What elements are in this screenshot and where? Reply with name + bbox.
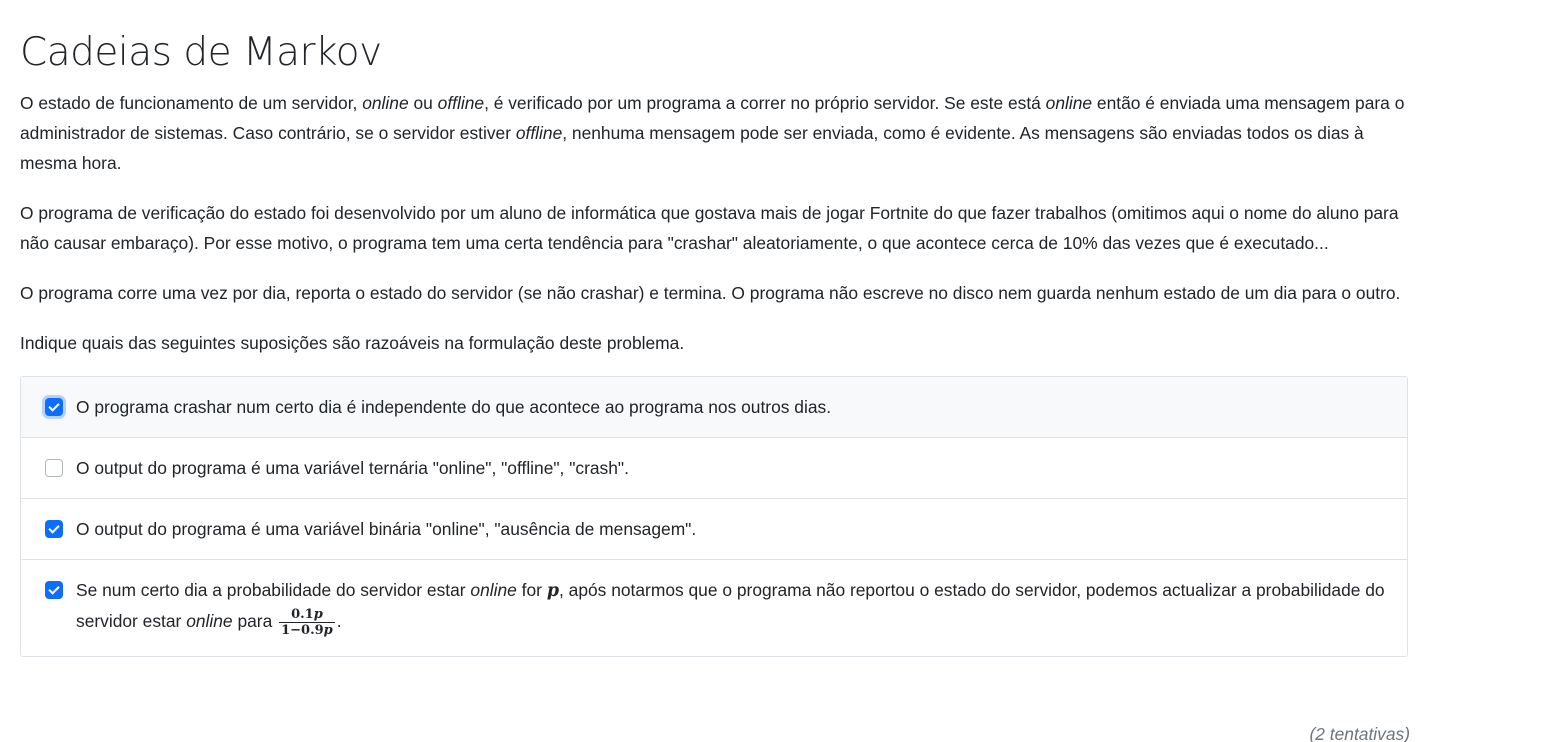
text-segment: ou	[408, 93, 438, 113]
attempts-counter: (2 tentativas)	[1309, 724, 1410, 742]
option-label: O programa crashar num certo dia é indep…	[76, 397, 832, 417]
question-content: Cadeias de Markov O estado de funcioname…	[20, 28, 1410, 657]
emphasis-offline: offline	[515, 123, 563, 143]
emphasis-online: online	[186, 611, 233, 631]
option-label: O output do programa é uma variável tern…	[76, 458, 629, 478]
page-title: Cadeias de Markov	[20, 30, 382, 75]
text-segment: O estado de funcionamento de um servidor…	[20, 93, 363, 113]
math-variable: p	[546, 581, 559, 601]
option-item[interactable]: O output do programa é uma variável biná…	[21, 499, 1407, 560]
option-checkbox[interactable]	[45, 459, 63, 477]
option-item[interactable]: O programa crashar num certo dia é indep…	[21, 377, 1407, 438]
text-segment: , é verificado por um programa a correr …	[484, 93, 1046, 113]
emphasis-online: online	[470, 580, 517, 600]
option-item[interactable]: Se num certo dia a probabilidade do serv…	[21, 560, 1407, 656]
emphasis-offline: offline	[437, 93, 485, 113]
math-variable: p	[323, 622, 333, 638]
math-variable: p	[313, 606, 323, 622]
math-number: 0.1	[291, 606, 314, 622]
execution-paragraph: O programa corre uma vez por dia, report…	[20, 283, 1401, 303]
option-label: O output do programa é uma variável biná…	[76, 519, 697, 539]
option-checkbox[interactable]	[45, 581, 63, 599]
fraction-denominator: 1−0.9p	[279, 623, 335, 638]
options-list: O programa crashar num certo dia é indep…	[20, 376, 1408, 657]
math-fraction: 0.1p 1−0.9p	[279, 607, 335, 638]
fraction-numerator: 0.1p	[279, 607, 335, 623]
emphasis-online: online	[1045, 93, 1093, 113]
text-segment: para	[232, 611, 278, 631]
emphasis-online: online	[362, 93, 409, 113]
option-checkbox[interactable]	[45, 520, 63, 538]
text-segment: .	[336, 611, 342, 631]
question-prompt: Indique quais das seguintes suposições s…	[20, 333, 685, 353]
text-segment: for	[516, 580, 547, 600]
option-label: Se num certo dia a probabilidade do serv…	[76, 575, 1387, 638]
text-segment: Se num certo dia a probabilidade do serv…	[76, 580, 471, 600]
program-paragraph: O programa de verificação do estado foi …	[20, 203, 1399, 253]
math-number: 1−0.9	[281, 622, 324, 638]
option-item[interactable]: O output do programa é uma variável tern…	[21, 438, 1407, 499]
intro-paragraph: O estado de funcionamento de um servidor…	[20, 88, 1410, 178]
option-checkbox[interactable]	[45, 398, 63, 416]
